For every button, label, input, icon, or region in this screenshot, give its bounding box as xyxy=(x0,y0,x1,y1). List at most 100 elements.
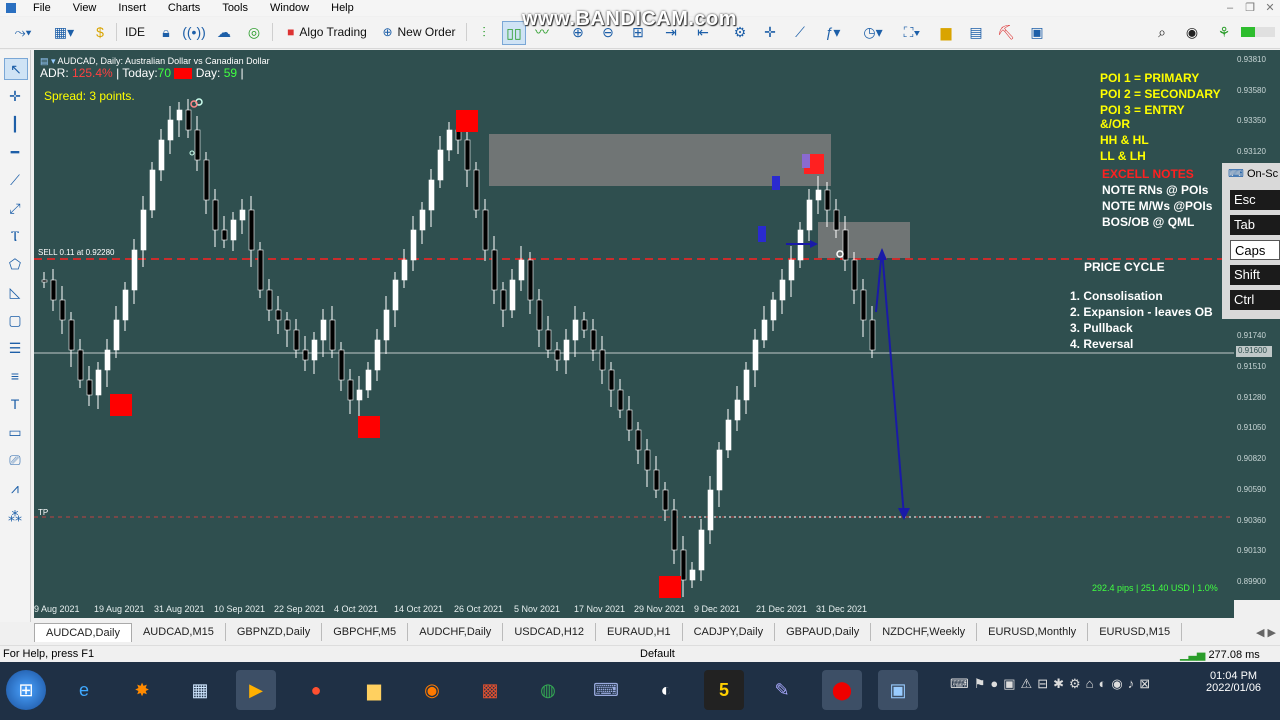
signals-icon[interactable]: ((•)) xyxy=(182,21,206,43)
clock[interactable]: 01:04 PM 2022/01/06 xyxy=(1206,670,1261,694)
arrows-icon[interactable]: ⎚ xyxy=(4,450,26,470)
menu-view[interactable]: View xyxy=(62,0,108,16)
ie-icon[interactable]: e xyxy=(64,670,104,710)
vertical-line-icon[interactable]: ┃ xyxy=(4,114,26,134)
keyboard-app-icon[interactable]: ⌨ xyxy=(586,670,626,710)
media-player-icon[interactable]: ▶ xyxy=(236,670,276,710)
bandicam-record-icon[interactable]: ⬤ xyxy=(822,670,862,710)
minimize-icon[interactable]: – xyxy=(1220,0,1240,16)
algo-trading-button[interactable]: ■ Algo Trading xyxy=(282,21,372,43)
tab-usdcad-h12[interactable]: USDCAD,H12 xyxy=(503,623,596,641)
crosshair-icon[interactable]: ✛ xyxy=(760,21,780,43)
candle-body xyxy=(347,379,354,401)
metatrader-icon[interactable]: ◐ xyxy=(646,670,686,710)
chart-canvas[interactable] xyxy=(34,50,1234,600)
restore-icon[interactable]: ❐ xyxy=(1240,0,1260,16)
elliott-icon[interactable]: ⩘ xyxy=(4,478,26,498)
tab-eurusd-monthly[interactable]: EURUSD,Monthly xyxy=(977,623,1089,641)
candle-body xyxy=(608,369,615,391)
horizontal-line-icon[interactable]: ━ xyxy=(4,142,26,162)
tab-eurusd-m15[interactable]: EURUSD,M15 xyxy=(1088,623,1183,641)
tab-gbpnzd-daily[interactable]: GBPNZD,Daily xyxy=(226,623,323,641)
terminal-icon[interactable]: ▤ xyxy=(966,21,986,43)
tool-app-icon[interactable]: ▩ xyxy=(470,670,510,710)
text-tool-icon[interactable]: T xyxy=(4,394,26,414)
account-icon[interactable]: ◉ xyxy=(1182,21,1202,43)
ray-line-icon[interactable]: ⤢ xyxy=(4,198,26,218)
on-screen-keyboard[interactable]: ⌨ On-Sc Esc Tab Caps Shift Ctrl xyxy=(1222,163,1280,319)
folder-icon[interactable]: ▆ xyxy=(936,21,956,43)
templates-icon[interactable]: ⛶▾ xyxy=(896,21,928,43)
menu-help[interactable]: Help xyxy=(320,0,365,16)
tab-gbpaud-daily[interactable]: GBPAUD,Daily xyxy=(775,623,872,641)
firefox-icon[interactable]: ◉ xyxy=(412,670,452,710)
trend-line-icon[interactable]: ⟋ xyxy=(4,170,26,190)
price-axis-label: 0.93350 xyxy=(1237,116,1266,126)
search-icon[interactable]: ⌕ xyxy=(1152,21,1172,43)
text-cursor-icon[interactable]: Ⲧ xyxy=(4,226,26,246)
tabs-scroll-icon[interactable]: ◀ ▶ xyxy=(1256,626,1276,639)
bar-chart-icon[interactable]: ⫶ xyxy=(474,21,494,43)
objects-icon[interactable]: ⁂ xyxy=(4,506,26,526)
tab-euraud-h1[interactable]: EURAUD,H1 xyxy=(596,623,683,641)
screenshot-icon[interactable]: ▣ xyxy=(1026,21,1048,43)
menu-file[interactable]: File xyxy=(22,0,62,16)
crosshair-tool-icon[interactable]: ✛ xyxy=(4,86,26,106)
notes-app-icon[interactable]: ▦ xyxy=(180,670,220,710)
cloud-icon[interactable]: ☁ xyxy=(214,21,234,43)
tab-gbpchf-m5[interactable]: GBPCHF,M5 xyxy=(322,623,409,641)
tab-audchf-daily[interactable]: AUDCHF,Daily xyxy=(408,623,504,641)
algo-trading-label: Algo Trading xyxy=(299,25,367,39)
indicators-icon[interactable]: ƒ▾ xyxy=(818,21,848,43)
fibonacci-icon[interactable]: ☰ xyxy=(4,338,26,358)
vps-icon[interactable]: ◎ xyxy=(244,21,264,43)
file-explorer-icon[interactable]: ▆ xyxy=(354,670,394,710)
system-tray[interactable]: ⌨⚑●▣⚠⊟✱⚙⌂◐◉♪⊠ xyxy=(950,676,1155,692)
channel-icon[interactable]: ≡ xyxy=(4,366,26,386)
shapes-icon[interactable]: ⬠ xyxy=(4,254,26,274)
chart-window[interactable]: ▤ ▾ AUDCAD, Daily: Australian Dollar vs … xyxy=(34,50,1234,600)
ide-button[interactable]: IDE xyxy=(122,21,148,43)
new-order-button[interactable]: ⊕ New Order xyxy=(380,21,458,43)
poi1-note: POI 1 = PRIMARY xyxy=(1100,71,1200,85)
cycle-item: 1. Consolisation xyxy=(1070,289,1163,303)
label-tool-icon[interactable]: ▭ xyxy=(4,422,26,442)
tab-audcad-daily[interactable]: AUDCAD,Daily xyxy=(34,622,132,642)
caps-key[interactable]: Caps xyxy=(1230,240,1280,260)
chrome-icon[interactable]: ◍ xyxy=(528,670,568,710)
tab-audcad-m15[interactable]: AUDCAD,M15 xyxy=(132,623,226,641)
triangle-tool-icon[interactable]: ◺ xyxy=(4,282,26,302)
esc-key[interactable]: Esc xyxy=(1230,190,1280,210)
cursor-icon[interactable]: ↖ xyxy=(4,58,28,80)
close-icon[interactable]: ✕ xyxy=(1260,0,1280,16)
shift-key[interactable]: Shift xyxy=(1230,265,1280,285)
rectangle-tool-icon[interactable]: ▢ xyxy=(4,310,26,330)
period-clock-icon[interactable]: ◷▾ xyxy=(858,21,888,43)
menu-window[interactable]: Window xyxy=(259,0,320,16)
menu-insert[interactable]: Insert xyxy=(107,0,157,16)
start-button-icon[interactable]: ⊞ xyxy=(6,670,46,710)
lock-icon[interactable]: 🔒︎ xyxy=(156,21,176,43)
tester-icon[interactable]: ⛏ xyxy=(996,21,1016,43)
candle-body xyxy=(338,349,345,381)
candle-body xyxy=(770,299,777,321)
trendline-icon[interactable]: ⟋ xyxy=(790,21,810,43)
new-chart-icon[interactable]: ⤳▾ xyxy=(8,21,38,43)
ctrl-key[interactable]: Ctrl xyxy=(1230,290,1280,310)
tab-key[interactable]: Tab xyxy=(1230,215,1280,235)
app-colorful-icon[interactable]: ✸ xyxy=(122,670,162,710)
notes-block: POI 1 = PRIMARY POI 2 = SECONDARY POI 3 … xyxy=(1100,70,1221,164)
chart-tabs: AUDCAD,Daily AUDCAD,M15 GBPNZD,Daily GBP… xyxy=(0,622,1280,642)
profiles-icon[interactable]: ▦▾ xyxy=(48,21,80,43)
tab-nzdchf-weekly[interactable]: NZDCHF,Weekly xyxy=(871,623,978,641)
market-watch-icon[interactable]: $ xyxy=(90,21,110,43)
paint-icon[interactable]: ✎ xyxy=(762,670,802,710)
menu-charts[interactable]: Charts xyxy=(157,0,211,16)
tab-cadjpy-daily[interactable]: CADJPY,Daily xyxy=(683,623,776,641)
candle-body xyxy=(392,279,399,311)
red-app-icon[interactable]: ● xyxy=(296,670,336,710)
osk-taskbar-icon[interactable]: ▣ xyxy=(878,670,918,710)
menu-tools[interactable]: Tools xyxy=(211,0,259,16)
candle-body xyxy=(284,319,291,331)
mt5-icon[interactable]: 5 xyxy=(704,670,744,710)
